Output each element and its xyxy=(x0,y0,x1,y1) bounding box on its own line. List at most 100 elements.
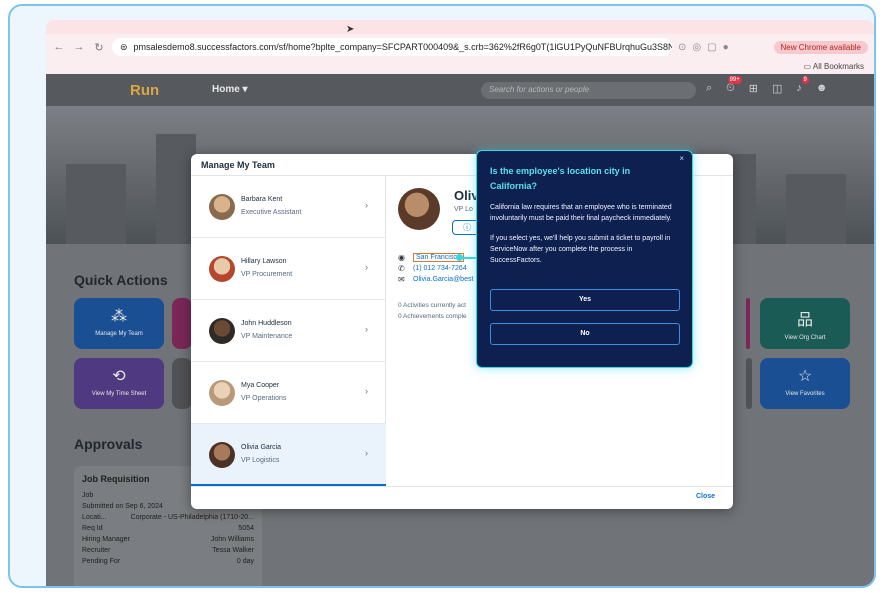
approval-row: Hiring Manager John Williams xyxy=(82,534,254,545)
forward-icon[interactable]: → xyxy=(72,41,86,53)
no-button[interactable]: No xyxy=(490,323,680,345)
home-menu-button[interactable]: Home ▾ xyxy=(212,84,248,95)
email-row: ✉ Olivia.Garcia@best xyxy=(398,275,473,284)
tile-partial-left-2[interactable] xyxy=(172,358,192,409)
avatar xyxy=(209,442,235,468)
profile-icon[interactable]: ● xyxy=(723,42,729,53)
tile-partial-right-2[interactable] xyxy=(746,358,752,409)
phone-icon: ✆ xyxy=(398,264,405,273)
search-icon[interactable]: ⌕ xyxy=(706,82,712,95)
notification-count: 99+ xyxy=(727,76,742,84)
run-logo[interactable]: Run xyxy=(130,82,159,99)
row-label: Pending For xyxy=(82,558,121,565)
member-role: VP Maintenance xyxy=(241,333,293,340)
favorites-star-icon: ☆ xyxy=(797,368,813,385)
url-text: pmsalesdemo8.successfactors.com/sf/home?… xyxy=(133,42,672,52)
popup-title: Is the employee's location city in Calif… xyxy=(490,166,631,191)
close-button[interactable]: Close xyxy=(696,493,715,500)
row-value: 5054 xyxy=(238,525,254,532)
row-label: Req Id xyxy=(82,525,103,532)
notifications-icon[interactable]: ⏲ 99+ xyxy=(726,76,742,95)
member-name: Mya Cooper xyxy=(241,382,280,389)
chat-icon[interactable]: ◫ xyxy=(772,82,782,95)
california-check-popup: × Is the employee's location city in Cal… xyxy=(476,150,693,368)
bell-icon[interactable]: ♪ 9 xyxy=(796,76,809,95)
tile-view-my-time-sheet[interactable]: ⟲ View My Time Sheet xyxy=(74,358,164,409)
member-role: VP Logistics xyxy=(241,457,280,464)
member-name: Olivia Garcia xyxy=(241,444,282,451)
row-label: Recruiter xyxy=(82,547,111,554)
tile-view-org-chart[interactable]: 品 View Org Chart xyxy=(760,298,850,349)
popup-body: California law requires that an employee… xyxy=(490,204,672,222)
tile-label: View My Time Sheet xyxy=(91,391,147,397)
yes-button[interactable]: Yes xyxy=(490,289,680,311)
team-member-item[interactable]: Mya Cooper VP Operations › xyxy=(191,362,386,424)
close-icon[interactable]: × xyxy=(679,154,684,163)
quick-actions-title: Quick Actions xyxy=(74,272,168,288)
team-member-item[interactable]: Barbara Kent Executive Assistant › xyxy=(191,176,386,238)
approvals-title: Approvals xyxy=(74,436,143,452)
team-icon: ⁂ xyxy=(111,308,127,325)
row-value: John Williams xyxy=(210,536,254,543)
global-search-input[interactable]: Search for actions or people xyxy=(481,82,696,99)
avatar xyxy=(209,256,235,282)
tile-partial-right[interactable] xyxy=(746,298,750,349)
browser-toolbar: ← → ↻ ⊜ pmsalesdemo8.successfactors.com/… xyxy=(46,34,874,60)
user-avatar[interactable]: ☻ xyxy=(816,82,828,95)
chevron-right-icon: › xyxy=(365,324,368,334)
extension-icon[interactable]: ⊙ xyxy=(678,42,686,53)
activities-text: 0 Activities currently act xyxy=(398,302,466,309)
tile-manage-my-team[interactable]: ⁂ Manage My Team xyxy=(74,298,164,349)
site-info-icon[interactable]: ⊜ xyxy=(120,42,128,53)
employee-name: Oliv xyxy=(454,188,479,203)
tile-partial-left[interactable] xyxy=(172,298,192,349)
popup-body-2: If you select yes, we'll help you submit… xyxy=(490,235,671,264)
tile-view-favorites[interactable]: ☆ View Favorites xyxy=(760,358,850,409)
dialog-title: Manage My Team xyxy=(201,160,275,170)
employee-email[interactable]: Olivia.Garcia@best xyxy=(413,276,473,283)
chevron-right-icon: › xyxy=(365,262,368,272)
location-row: ◉ San Francisco xyxy=(398,253,464,262)
avatar xyxy=(209,380,235,406)
reload-icon[interactable]: ↻ xyxy=(92,41,106,54)
row-label: Locati... xyxy=(82,514,107,521)
tile-label: Manage My Team xyxy=(95,331,143,337)
all-bookmarks-link[interactable]: All Bookmarks xyxy=(813,62,864,71)
org-chart-icon: 品 xyxy=(796,312,813,329)
row-value: 0 day xyxy=(236,558,254,565)
approval-row: Locati... Corporate - US-Philadelphia (17… xyxy=(82,512,254,523)
team-member-item[interactable]: Hillary Lawson VP Procurement › xyxy=(191,238,386,300)
approval-row: Pending For 0 day xyxy=(82,556,254,567)
row-value: Tessa Walker xyxy=(212,547,254,554)
avatar xyxy=(209,194,235,220)
team-member-item-selected[interactable]: Olivia Garcia VP Logistics › xyxy=(191,424,386,486)
team-member-item[interactable]: John Huddleson VP Maintenance › xyxy=(191,300,386,362)
employee-avatar xyxy=(398,188,440,230)
history-icon: ⟲ xyxy=(112,368,126,385)
back-icon[interactable]: ← xyxy=(52,41,66,53)
successfactors-app: Run Home ▾ Search for actions or people … xyxy=(46,74,874,586)
employee-stats: 0 Activities currently act 0 Achievement… xyxy=(398,300,467,322)
screenshot-frame: ➤ ← → ↻ ⊜ pmsalesdemo8.successfactors.co… xyxy=(8,4,876,588)
menu-grid-icon[interactable]: ⊞ xyxy=(749,82,758,95)
member-role: Executive Assistant xyxy=(241,209,302,216)
employee-role: VP Lo xyxy=(454,206,473,213)
update-chrome-button[interactable]: New Chrome available xyxy=(773,40,868,54)
side-panel-icon[interactable]: ▢ xyxy=(707,42,716,53)
member-name: John Huddleson xyxy=(241,320,292,327)
address-bar[interactable]: ⊜ pmsalesdemo8.successfactors.com/sf/hom… xyxy=(112,38,672,56)
extension-icon-2[interactable]: ◎ xyxy=(692,42,701,53)
approval-row: Req Id 5054 xyxy=(82,523,254,534)
location-pin-icon: ◉ xyxy=(398,253,405,262)
bookmarks-bar: ▭ All Bookmarks xyxy=(46,60,874,74)
chevron-right-icon: › xyxy=(365,386,368,396)
divider xyxy=(191,486,733,487)
member-name: Hillary Lawson xyxy=(241,258,287,265)
row-value: Corporate - US-Philadelphia (1710-20... xyxy=(130,514,254,521)
info-icon: ⓘ xyxy=(463,223,471,232)
avatar xyxy=(209,318,235,344)
tile-label: View Favorites xyxy=(785,391,825,397)
employee-phone[interactable]: (1) 012 734-7264 xyxy=(413,265,467,272)
approval-row: Recruiter Tessa Walker xyxy=(82,545,254,556)
chevron-right-icon: › xyxy=(365,200,368,210)
